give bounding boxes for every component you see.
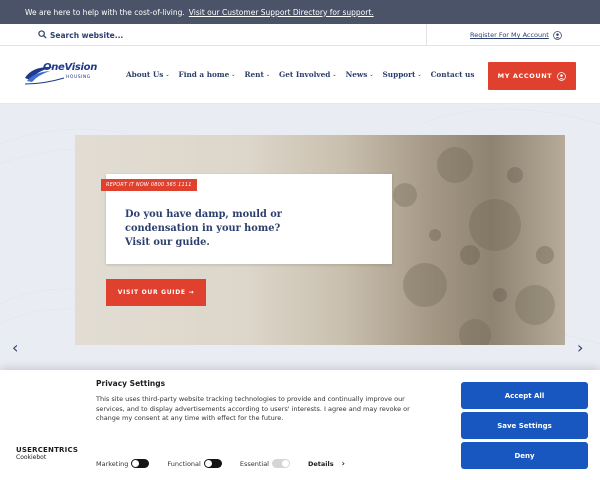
search-input[interactable]: Search website... bbox=[25, 24, 427, 46]
register-label: Register For My Account bbox=[470, 31, 549, 39]
primary-nav: About Us ⌄ Find a home ⌄ Rent ⌄ Get Involve… bbox=[126, 70, 483, 79]
privacy-text: This site uses third-party website track… bbox=[96, 395, 410, 423]
marketing-toggle[interactable]: Marketing bbox=[96, 459, 150, 468]
logo-name: OneVision bbox=[43, 62, 98, 73]
consent-toggles: Marketing Functional Essential Details › bbox=[96, 459, 345, 468]
headline-line: condensation in your home? bbox=[125, 223, 281, 234]
cookiebot-label: Cookiebot bbox=[16, 454, 47, 461]
nav-get-involved[interactable]: Get Involved ⌄ bbox=[279, 70, 337, 79]
nav-rent[interactable]: Rent ⌄ bbox=[244, 70, 270, 79]
toggle-switch-disabled bbox=[272, 459, 290, 468]
search-placeholder: Search website... bbox=[50, 30, 124, 40]
headline-line: Visit our guide. bbox=[125, 237, 210, 248]
deny-button[interactable]: Deny bbox=[461, 442, 588, 469]
carousel-prev-arrow[interactable]: ‹ bbox=[12, 338, 18, 357]
report-tag: REPORT IT NOW 0800 365 1111 bbox=[101, 179, 197, 191]
chevron-down-icon: ⌄ bbox=[231, 71, 236, 78]
headline-line: Do you have damp, mould or bbox=[125, 209, 282, 220]
nav-label: Support bbox=[382, 70, 416, 79]
usercentrics-logo: USERCENTRICS bbox=[16, 446, 79, 454]
nav-label: News bbox=[345, 70, 368, 79]
nav-contact-us[interactable]: Contact us bbox=[431, 70, 475, 79]
nav-find-a-home[interactable]: Find a home ⌄ bbox=[179, 70, 236, 79]
toggle-switch[interactable] bbox=[203, 459, 222, 468]
nav-label: Get Involved bbox=[279, 70, 331, 79]
my-account-label: MY ACCOUNT bbox=[497, 72, 553, 80]
save-settings-button[interactable]: Save Settings bbox=[461, 412, 588, 439]
user-icon bbox=[553, 30, 562, 40]
nav-news[interactable]: News ⌄ bbox=[346, 70, 374, 79]
hero-headline: Do you have damp, mould or condensation … bbox=[125, 208, 325, 250]
chevron-down-icon: ⌄ bbox=[369, 71, 374, 78]
privacy-consent-banner: USERCENTRICS Cookiebot Privacy Settings … bbox=[0, 370, 600, 480]
nav-label: About Us bbox=[126, 70, 164, 79]
user-icon bbox=[557, 71, 567, 81]
chevron-right-icon: › bbox=[341, 459, 345, 468]
logo-sub: HOUSING bbox=[66, 75, 91, 80]
toggle-label: Essential bbox=[239, 459, 269, 468]
utility-bar: Search website... Register For My Accoun… bbox=[0, 24, 600, 46]
functional-toggle[interactable]: Functional bbox=[167, 459, 222, 468]
nav-label: Find a home bbox=[178, 70, 230, 79]
chevron-down-icon: ⌄ bbox=[165, 71, 170, 78]
chevron-down-icon: ⌄ bbox=[265, 71, 271, 78]
nav-support[interactable]: Support ⌄ bbox=[383, 70, 422, 79]
main-header: OneVision HOUSING About Us ⌄ Find a home ⌄… bbox=[0, 46, 600, 104]
nav-about-us[interactable]: About Us ⌄ bbox=[126, 70, 170, 79]
announcement-bar: We are here to help with the cost-of-liv… bbox=[0, 0, 600, 24]
my-account-button[interactable]: MY ACCOUNT bbox=[488, 62, 576, 90]
support-directory-link[interactable]: Visit our Customer Support Directory for… bbox=[189, 8, 374, 17]
nav-label: Contact us bbox=[430, 70, 475, 79]
search-icon bbox=[38, 30, 47, 39]
essential-toggle: Essential bbox=[240, 459, 290, 468]
carousel-next-arrow[interactable]: › bbox=[577, 338, 583, 357]
visit-guide-button[interactable]: VISIT OUR GUIDE → bbox=[106, 279, 206, 306]
chevron-down-icon: ⌄ bbox=[417, 71, 422, 78]
details-label: Details bbox=[308, 459, 334, 468]
toggle-label: Functional bbox=[167, 459, 201, 468]
register-link[interactable]: Register For My Account bbox=[470, 24, 562, 46]
toggle-switch[interactable] bbox=[131, 459, 150, 468]
accept-all-button[interactable]: Accept All bbox=[461, 382, 588, 409]
nav-label: Rent bbox=[244, 70, 264, 79]
chevron-down-icon: ⌄ bbox=[332, 71, 337, 78]
privacy-title: Privacy Settings bbox=[96, 379, 166, 388]
details-link[interactable]: Details › bbox=[308, 459, 345, 468]
toggle-label: Marketing bbox=[96, 459, 129, 468]
announcement-text: We are here to help with the cost-of-liv… bbox=[25, 7, 185, 17]
